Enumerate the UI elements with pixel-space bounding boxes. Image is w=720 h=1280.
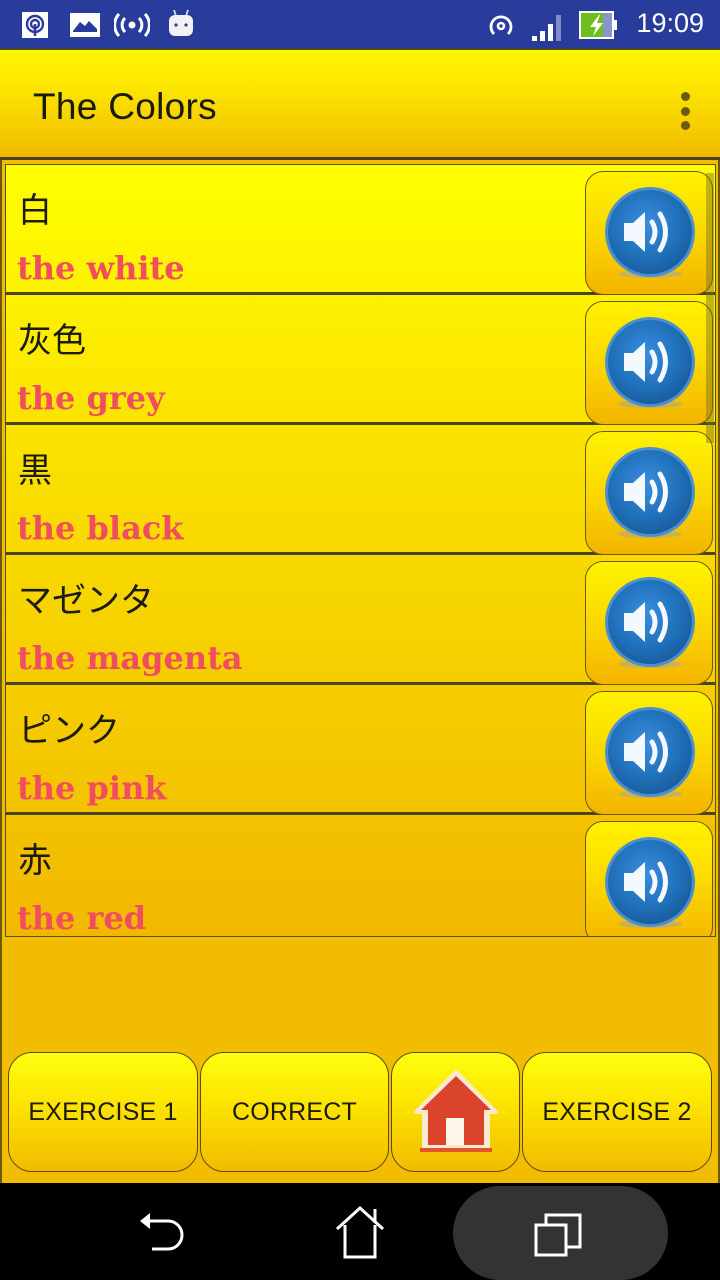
overflow-menu-icon[interactable] [678, 92, 692, 130]
speaker-icon [600, 572, 700, 676]
english-word: the magenta [17, 639, 243, 677]
home-icon [413, 1070, 498, 1152]
japanese-word: 灰色 [18, 321, 86, 361]
list-item[interactable]: 赤 the red [6, 815, 715, 937]
battery-charging-icon [579, 11, 617, 39]
english-word: the white [17, 249, 185, 287]
vocabulary-list[interactable]: 白 the white 灰色 the grey 黒 the black マゼンタ… [5, 164, 716, 937]
play-audio-button[interactable] [585, 171, 713, 295]
list-scrollbar[interactable] [706, 173, 714, 443]
japanese-word: 白 [18, 191, 52, 231]
signal-icon [532, 15, 561, 41]
play-audio-button[interactable] [585, 431, 713, 555]
play-audio-button[interactable] [585, 821, 713, 936]
menu-dot [680, 92, 690, 101]
home-outline-icon[interactable] [333, 1205, 387, 1261]
wifi-hotspot-icon [489, 15, 513, 35]
play-audio-button[interactable] [585, 301, 713, 425]
hotspot-icon [22, 12, 48, 38]
image-icon [70, 13, 100, 37]
broadcast-icon [114, 12, 150, 38]
exercise-2-button[interactable]: EXERCISE 2 [522, 1052, 712, 1172]
status-bar: 19:09 [0, 0, 720, 48]
speaker-icon [600, 832, 700, 936]
android-icon [169, 9, 193, 36]
japanese-word: 赤 [18, 841, 52, 881]
speaker-icon [600, 702, 700, 806]
status-time: 19:09 [636, 8, 704, 38]
correct-button[interactable]: CORRECT [200, 1052, 389, 1172]
system-nav-bar [0, 1183, 720, 1280]
speaker-icon [600, 312, 700, 416]
app-bar: The Colors [0, 48, 720, 160]
play-audio-button[interactable] [585, 561, 713, 685]
menu-dot [680, 106, 690, 116]
page-title: The Colors [33, 86, 217, 127]
back-icon[interactable] [132, 1209, 188, 1257]
english-word: the red [17, 899, 147, 937]
list-item[interactable]: ピンク the pink [6, 685, 715, 815]
japanese-word: ピンク [18, 711, 120, 751]
exercise-1-button[interactable]: EXERCISE 1 [8, 1052, 198, 1172]
speaker-icon [600, 442, 700, 546]
home-button[interactable] [391, 1052, 520, 1172]
menu-dot [680, 121, 690, 130]
english-word: the pink [17, 769, 167, 807]
english-word: the black [17, 509, 184, 547]
english-word: the grey [17, 379, 165, 417]
play-audio-button[interactable] [585, 691, 713, 815]
list-item[interactable]: 黒 the black [6, 425, 715, 555]
japanese-word: マゼンタ [18, 581, 154, 621]
list-item[interactable]: 灰色 the grey [6, 295, 715, 425]
japanese-word: 黒 [18, 451, 52, 491]
list-item[interactable]: マゼンタ the magenta [6, 555, 715, 685]
speaker-icon [600, 182, 700, 286]
list-item[interactable]: 白 the white [6, 165, 715, 295]
recents-icon[interactable] [532, 1209, 588, 1259]
